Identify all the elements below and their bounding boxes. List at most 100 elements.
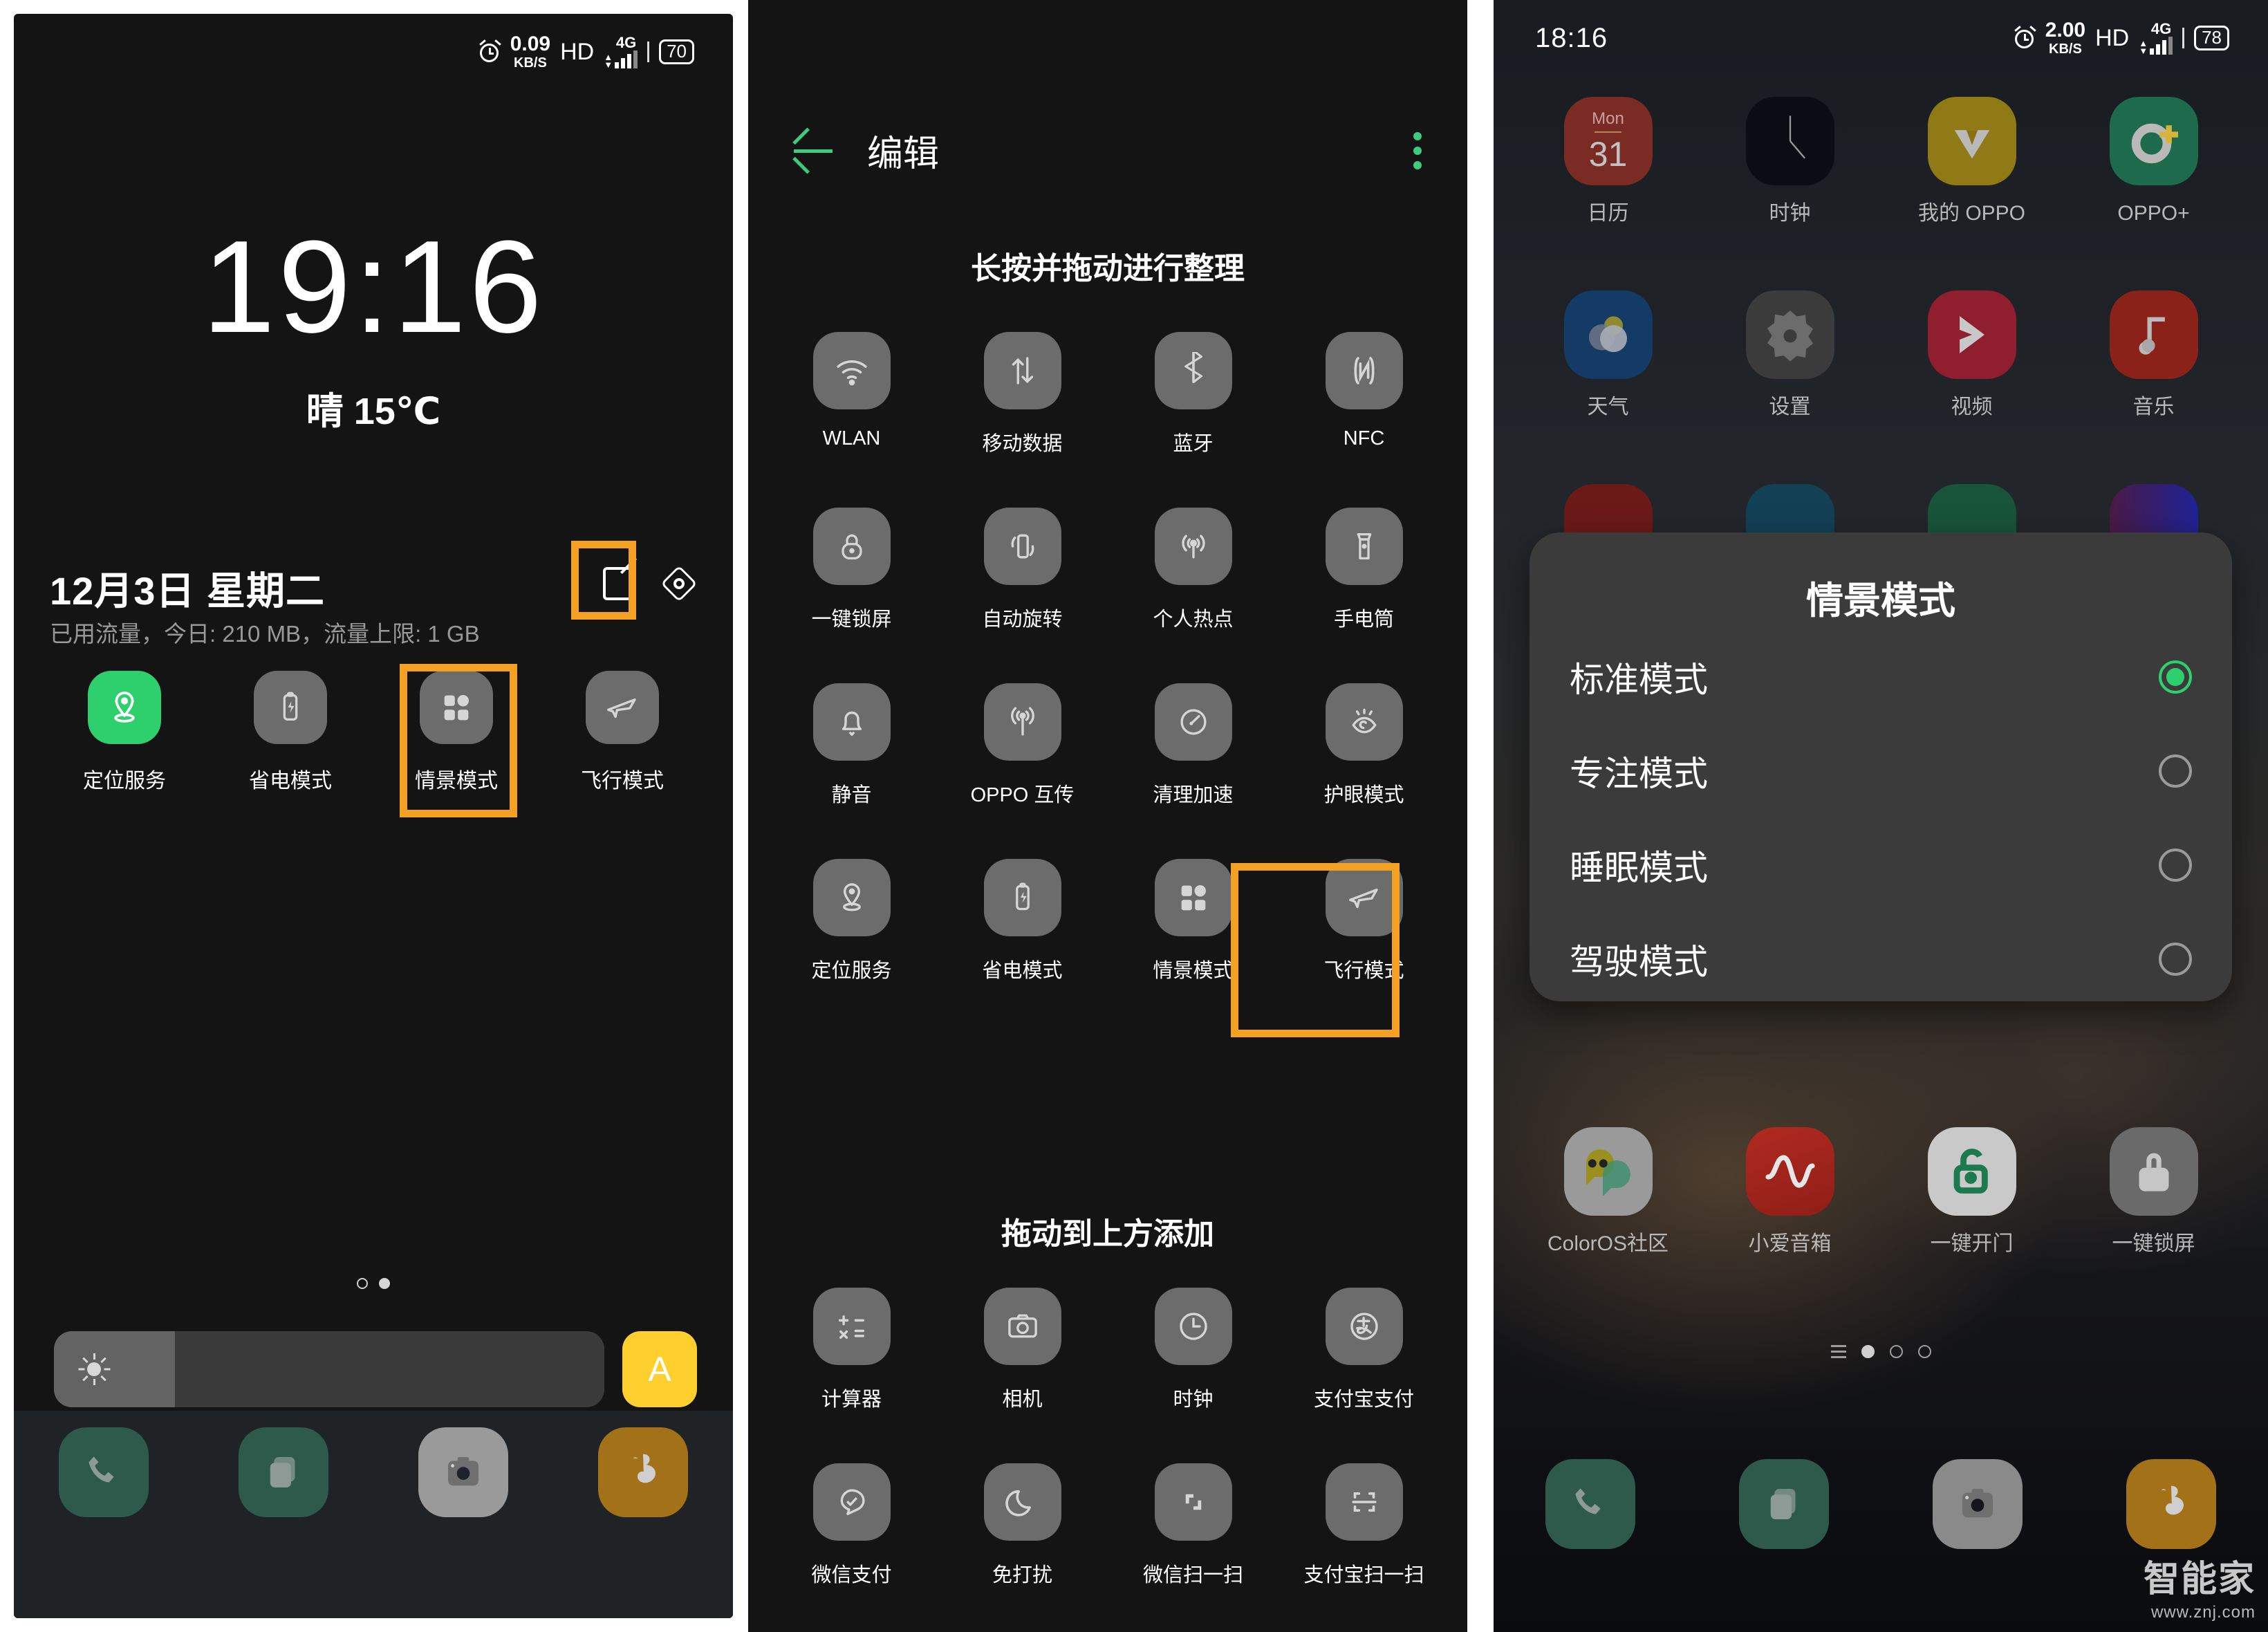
- dock-app-camera[interactable]: [373, 1427, 553, 1517]
- scene-mode-tile[interactable]: [420, 671, 493, 744]
- brightness-slider[interactable]: [54, 1331, 604, 1407]
- tile-scene-mode[interactable]: 情景模式: [1108, 859, 1279, 983]
- app-oppo-plus[interactable]: OPPO+: [2063, 97, 2244, 227]
- app-one-tap-door[interactable]: 一键开门: [1881, 1127, 2063, 1257]
- tile-airplane[interactable]: 飞行模式: [1279, 859, 1449, 983]
- edit-icon[interactable]: [602, 557, 640, 602]
- tile-dnd[interactable]: 免打扰: [937, 1463, 1108, 1588]
- dock-app-uc-browser[interactable]: [2074, 1459, 2268, 1549]
- radio-button[interactable]: [2159, 943, 2192, 976]
- battery-saver-tile[interactable]: [254, 671, 327, 744]
- wifi-icon[interactable]: [812, 332, 891, 409]
- app-xiaoai-speaker[interactable]: 小爱音箱: [1699, 1127, 1881, 1257]
- dialog-option-standard[interactable]: 标准模式: [1530, 636, 2232, 718]
- app-settings[interactable]: 设置: [1699, 290, 1881, 420]
- nfc-icon[interactable]: [1325, 332, 1403, 409]
- tile-wechat-pay[interactable]: 微信支付: [766, 1463, 937, 1588]
- tile-lock-screen[interactable]: 一键锁屏: [766, 508, 937, 632]
- calculator-icon[interactable]: [812, 1288, 891, 1365]
- dialog-option-focus[interactable]: 专注模式: [1530, 730, 2232, 813]
- airplane-tile[interactable]: [586, 671, 659, 744]
- tile-wechat-scan[interactable]: 微信扫一扫: [1108, 1463, 1279, 1588]
- radio-button[interactable]: [2159, 660, 2192, 694]
- more-vertical-icon[interactable]: [1413, 131, 1422, 169]
- tile-oppo-share[interactable]: OPPO 互传: [937, 683, 1108, 808]
- tile-mute[interactable]: 静音: [766, 683, 937, 808]
- dock-app-phone[interactable]: [1494, 1459, 1687, 1549]
- tile-wlan[interactable]: WLAN: [766, 332, 937, 456]
- mobile-data-icon[interactable]: [983, 332, 1061, 409]
- app-coloros-community[interactable]: ColorOS社区: [1517, 1127, 1699, 1257]
- location-settings-icon[interactable]: [660, 565, 698, 602]
- pages-menu-icon[interactable]: [1830, 1345, 1846, 1358]
- dock-app-camera[interactable]: [1881, 1459, 2074, 1549]
- watermark: 智能家 www.znj.com: [2144, 1550, 2256, 1622]
- tile-nfc[interactable]: NFC: [1279, 332, 1449, 456]
- back-arrow-icon[interactable]: [792, 127, 834, 174]
- tile-alipay-pay[interactable]: 支付宝支付: [1279, 1288, 1449, 1412]
- auto-brightness-button[interactable]: A: [622, 1331, 697, 1407]
- shade-page-indicator[interactable]: [14, 1278, 733, 1289]
- dock-app-messages[interactable]: [1687, 1459, 1881, 1549]
- clock-icon[interactable]: [1154, 1288, 1232, 1365]
- home-page-indicator[interactable]: [1494, 1345, 2268, 1358]
- app-weather[interactable]: 天气: [1517, 290, 1699, 420]
- alipay-scan-icon[interactable]: [1325, 1463, 1403, 1541]
- app-music[interactable]: 音乐: [2063, 290, 2244, 420]
- status-divider: [2182, 28, 2185, 48]
- hotspot-icon[interactable]: [1154, 508, 1232, 585]
- speed-clean-icon[interactable]: [1154, 683, 1232, 761]
- network-type: 4G: [615, 34, 637, 51]
- app-video[interactable]: 视频: [1881, 290, 2063, 420]
- battery-saver-icon[interactable]: [983, 859, 1061, 936]
- tile-alipay-scan[interactable]: 支付宝扫一扫: [1279, 1463, 1449, 1588]
- tile-eye-care[interactable]: 护眼模式: [1279, 683, 1449, 808]
- mute-bell-icon[interactable]: [812, 683, 891, 761]
- app-label: 天气: [1587, 396, 1629, 418]
- location-tile[interactable]: [88, 671, 161, 744]
- tile-mobile-data[interactable]: 移动数据: [937, 332, 1108, 456]
- tile-camera[interactable]: 相机: [937, 1288, 1108, 1412]
- tile-location[interactable]: 定位服务: [766, 859, 937, 983]
- quick-toggle-airplane[interactable]: 飞行模式: [539, 671, 705, 794]
- eye-care-icon[interactable]: [1325, 683, 1403, 761]
- camera-icon[interactable]: [983, 1288, 1061, 1365]
- app-clock[interactable]: 时钟: [1699, 97, 1881, 227]
- app-one-tap-lock[interactable]: 一键锁屏: [2063, 1127, 2244, 1257]
- alipay-pay-icon[interactable]: [1325, 1288, 1403, 1365]
- tile-label: 手电筒: [1333, 609, 1394, 631]
- dialog-option-sleep[interactable]: 睡眠模式: [1530, 824, 2232, 907]
- tile-calculator[interactable]: 计算器: [766, 1288, 937, 1412]
- location-icon[interactable]: [812, 859, 891, 936]
- quick-toggle-location[interactable]: 定位服务: [41, 671, 207, 794]
- scene-mode-icon[interactable]: [1154, 859, 1232, 936]
- lock-icon[interactable]: [812, 508, 891, 585]
- wechat-pay-icon[interactable]: [812, 1463, 891, 1541]
- quick-toggle-scene-mode[interactable]: 情景模式: [373, 671, 539, 794]
- tile-hotspot[interactable]: 个人热点: [1108, 508, 1279, 632]
- moon-dnd-icon[interactable]: [983, 1463, 1061, 1541]
- tile-auto-rotate[interactable]: 自动旋转: [937, 508, 1108, 632]
- tile-clean-speedup[interactable]: 清理加速: [1108, 683, 1279, 808]
- tile-flashlight[interactable]: 手电筒: [1279, 508, 1449, 632]
- auto-rotate-icon[interactable]: [983, 508, 1061, 585]
- bluetooth-icon[interactable]: [1154, 332, 1232, 409]
- quick-toggle-power-saving[interactable]: 省电模式: [207, 671, 373, 794]
- flashlight-icon[interactable]: [1325, 508, 1403, 585]
- tile-clock[interactable]: 时钟: [1108, 1288, 1279, 1412]
- network-speed-value: 0.09: [510, 33, 551, 55]
- alarm-icon: [2014, 26, 2036, 48]
- app-calendar[interactable]: Mon 31 日历: [1517, 97, 1699, 227]
- radio-button[interactable]: [2159, 849, 2192, 882]
- oppo-share-icon[interactable]: [983, 683, 1061, 761]
- airplane-icon[interactable]: [1325, 859, 1403, 936]
- dock-app-phone[interactable]: [14, 1427, 194, 1517]
- dialog-option-driving[interactable]: 驾驶模式: [1530, 918, 2232, 1001]
- dock-app-messages[interactable]: [194, 1427, 373, 1517]
- tile-power-saving[interactable]: 省电模式: [937, 859, 1108, 983]
- dock-app-uc-browser[interactable]: [553, 1427, 733, 1517]
- wechat-scan-icon[interactable]: [1154, 1463, 1232, 1541]
- app-my-oppo[interactable]: 我的 OPPO: [1881, 97, 2063, 227]
- radio-button[interactable]: [2159, 754, 2192, 788]
- tile-bluetooth[interactable]: 蓝牙: [1108, 332, 1279, 456]
